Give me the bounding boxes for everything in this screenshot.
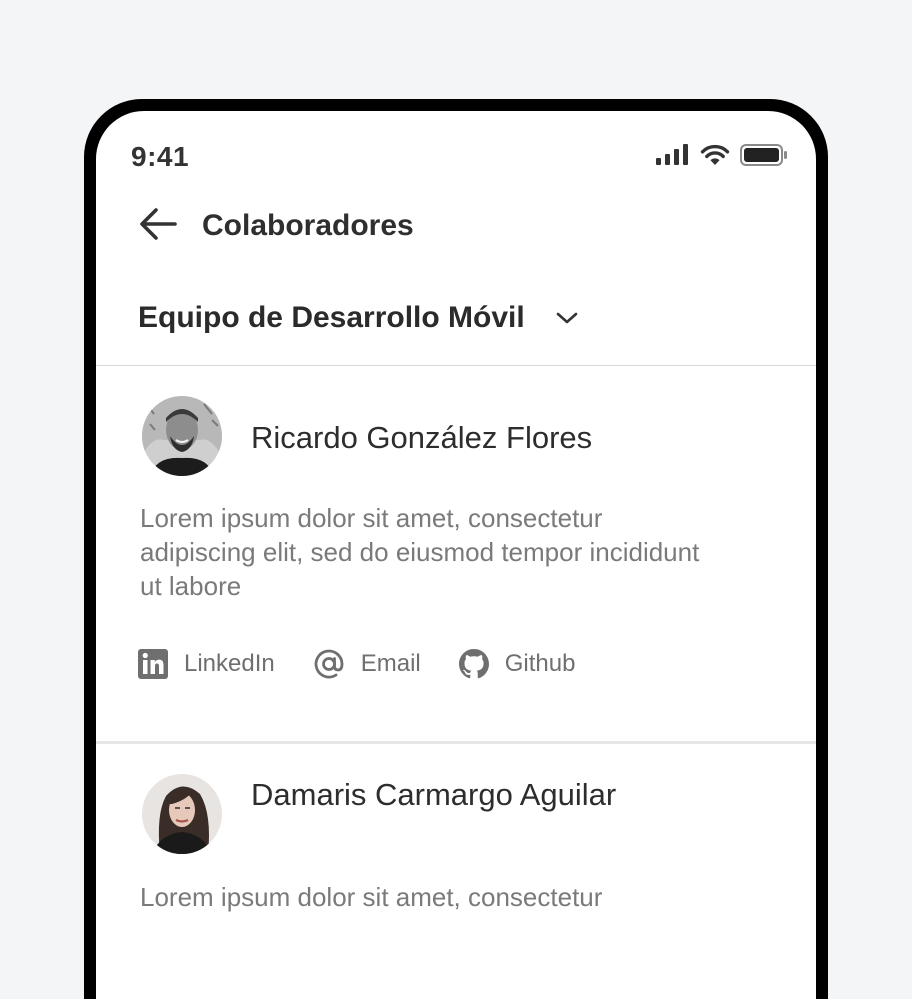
member-card: Ricardo González Flores Lorem ipsum dolo…: [96, 366, 816, 742]
wifi-icon: [700, 144, 730, 171]
member-links: LinkedIn Email Github: [138, 648, 613, 680]
member-name: Damaris Carmargo Aguilar: [251, 777, 617, 812]
page-title: Colaboradores: [202, 209, 414, 242]
team-name: Equipo de Desarrollo Móvil: [138, 301, 525, 334]
member-bio: Lorem ipsum dolor sit amet, consectetur: [140, 882, 603, 912]
status-icons: [656, 144, 788, 171]
chevron-down-icon: [555, 310, 579, 326]
screen: 9:41 Colaboradores Equipo de Desarrollo …: [96, 111, 816, 999]
member-card: Damaris Carmargo Aguilar Lorem ipsum dol…: [96, 744, 816, 999]
linkedin-icon: [138, 649, 168, 679]
arrow-left-icon: [138, 206, 178, 247]
battery-icon: [740, 144, 788, 171]
team-selector-dropdown[interactable]: Equipo de Desarrollo Móvil: [138, 301, 579, 335]
email-link[interactable]: Email: [313, 648, 421, 680]
github-link[interactable]: Github: [458, 649, 576, 679]
member-bio: Lorem ipsum dolor sit amet, consectetur …: [140, 503, 700, 601]
github-label: Github: [504, 650, 576, 677]
back-button[interactable]: [138, 206, 182, 246]
linkedin-link[interactable]: LinkedIn: [138, 649, 275, 679]
at-sign-icon: [313, 648, 345, 680]
member-name: Ricardo González Flores: [251, 420, 593, 455]
github-icon: [458, 649, 489, 679]
header: Colaboradores: [138, 201, 414, 251]
status-time: 9:41: [131, 141, 190, 172]
cellular-signal-icon: [656, 144, 690, 171]
linkedin-label: LinkedIn: [184, 650, 275, 677]
phone-frame: 9:41 Colaboradores Equipo de Desarrollo …: [84, 99, 828, 999]
avatar: [142, 774, 222, 854]
email-label: Email: [360, 650, 421, 677]
avatar: [142, 396, 222, 476]
